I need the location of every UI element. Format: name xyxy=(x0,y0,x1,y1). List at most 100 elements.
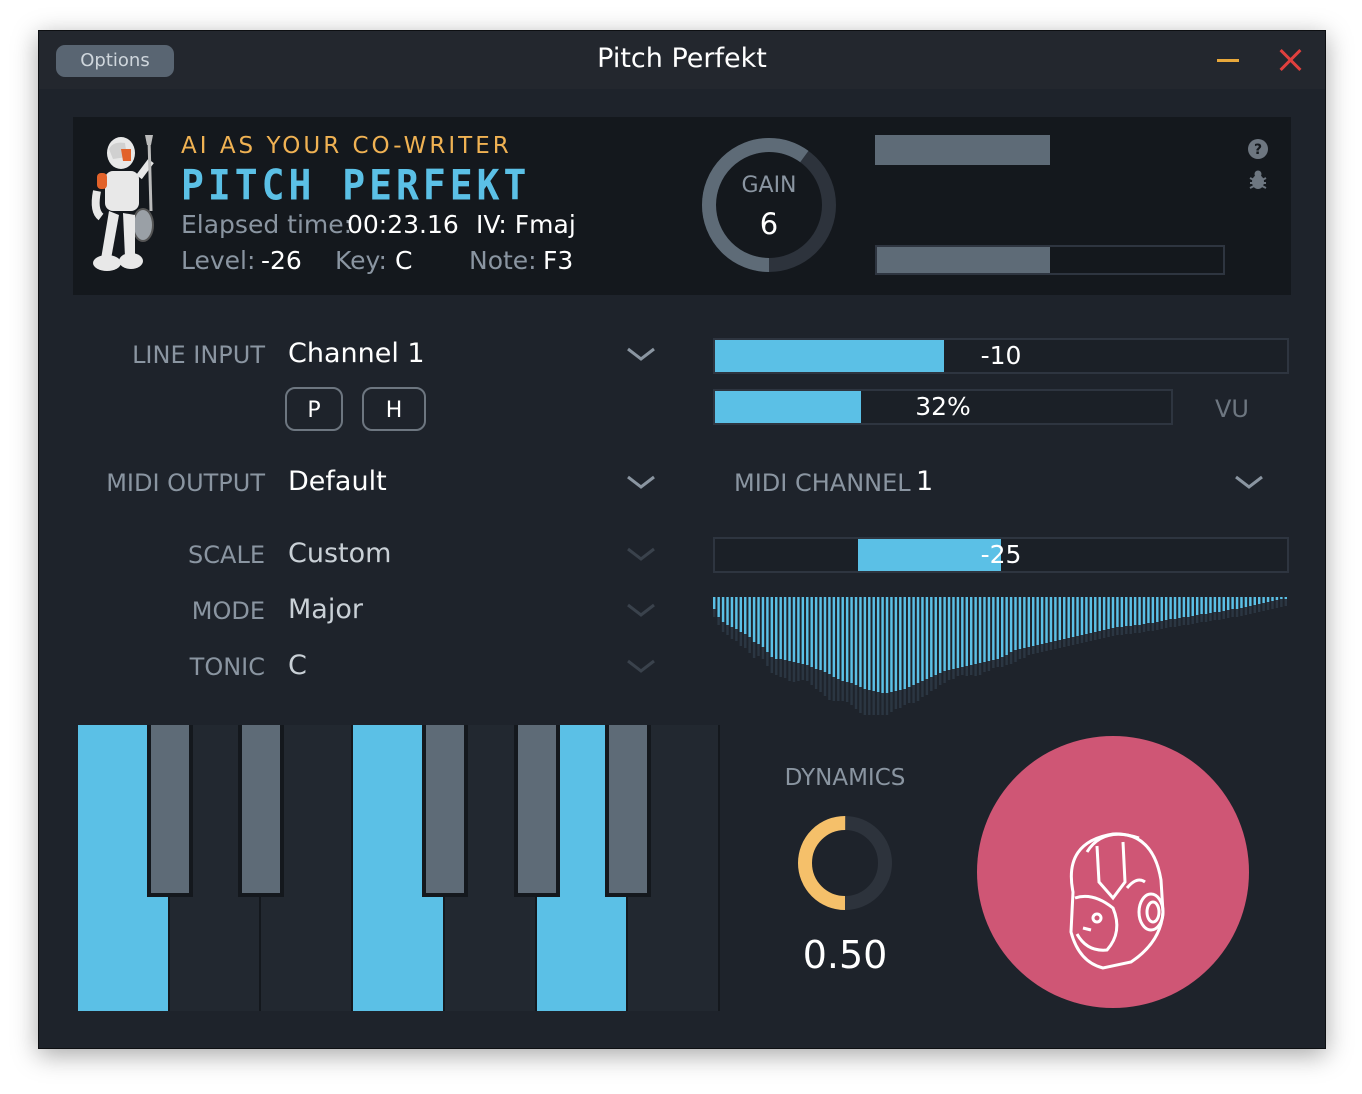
pitch-deviation-meter: -25 xyxy=(713,537,1289,573)
waveform-bar xyxy=(956,597,960,668)
waveform-bar xyxy=(730,597,734,627)
piano-black-key[interactable] xyxy=(146,725,193,897)
mode-label: MODE xyxy=(191,597,265,625)
waveform-bar xyxy=(1076,597,1079,636)
midi-output-select[interactable]: Default xyxy=(288,466,387,497)
waveform-bar xyxy=(890,597,893,692)
robot-guitarist-icon xyxy=(91,135,154,271)
waveform-bar xyxy=(757,597,760,644)
vu-label: VU xyxy=(1215,395,1249,423)
dynamics-label: DYNAMICS xyxy=(784,765,906,791)
waveform-bar xyxy=(863,597,867,689)
waveform-bar xyxy=(925,597,929,679)
scale-select[interactable]: Custom xyxy=(288,538,391,569)
piano-black-key[interactable] xyxy=(605,725,652,897)
line-input-label: LINE INPUT xyxy=(132,341,265,369)
midi-channel-select[interactable]: 1 xyxy=(916,466,933,497)
waveform-bar xyxy=(992,597,995,660)
waveform-bar xyxy=(1249,597,1252,606)
waveform-bar xyxy=(1151,597,1155,623)
waveform-bar xyxy=(1094,597,1097,632)
question-icon[interactable]: ? xyxy=(1248,139,1268,159)
tonic-select[interactable]: C xyxy=(288,650,307,681)
piano-black-key[interactable] xyxy=(238,725,285,897)
waveform-bar xyxy=(1275,597,1279,600)
h-button[interactable]: H xyxy=(362,387,426,431)
waveform-bar xyxy=(1063,597,1066,639)
bug-icon[interactable] xyxy=(1247,169,1269,191)
waveform-bar xyxy=(881,597,884,693)
chord-value: IV: Fmaj xyxy=(476,210,576,239)
key-value: C xyxy=(395,246,413,275)
chevron-down-icon[interactable] xyxy=(625,601,657,619)
waveform-bar xyxy=(841,597,844,681)
chevron-down-icon[interactable] xyxy=(625,545,657,563)
chevron-down-icon[interactable] xyxy=(625,345,657,363)
waveform-bar xyxy=(1036,597,1039,645)
elapsed-label: Elapsed time: xyxy=(181,210,353,239)
waveform-bar xyxy=(903,597,906,689)
input-level-value: -10 xyxy=(980,341,1022,370)
waveform-bar xyxy=(775,597,778,659)
waveform-bar xyxy=(961,597,964,667)
piano-black-key[interactable] xyxy=(513,725,560,897)
mode-select[interactable]: Major xyxy=(288,594,363,625)
waveform-bar xyxy=(1058,597,1062,640)
waveform-bar xyxy=(1178,597,1181,618)
waveform-bar xyxy=(868,597,871,690)
waveform-bar xyxy=(823,597,827,672)
waveform-bar xyxy=(1027,597,1031,647)
waveform-bar xyxy=(1235,597,1239,609)
waveform-bar xyxy=(876,597,880,692)
waveform-bar xyxy=(885,597,889,693)
waveform-bar xyxy=(717,597,720,617)
waveform-bar xyxy=(1032,597,1035,646)
tagline: AI AS YOUR CO-WRITER xyxy=(181,133,512,159)
waveform-bar xyxy=(1009,597,1013,652)
vu-value: 32% xyxy=(915,392,971,421)
p-button[interactable]: P xyxy=(285,387,343,431)
key-label: Key: xyxy=(335,246,387,275)
ai-record-button[interactable] xyxy=(977,736,1249,1008)
waveform-bar xyxy=(1182,597,1186,617)
waveform-bar xyxy=(1005,597,1008,655)
app-window: Options Pitch Perfekt AI AS YOUR CO-WRIT… xyxy=(38,30,1326,1049)
waveform-bar xyxy=(748,597,751,637)
dynamics-value: 0.50 xyxy=(802,933,888,977)
waveform-bar xyxy=(1253,597,1256,605)
gain-knob[interactable] xyxy=(699,135,839,275)
chevron-down-icon[interactable] xyxy=(1233,473,1265,491)
waveform-bar xyxy=(916,597,920,683)
close-icon[interactable] xyxy=(1275,45,1305,75)
waveform-bar xyxy=(1045,597,1048,643)
waveform-bar xyxy=(1244,597,1248,607)
chevron-down-icon[interactable] xyxy=(625,657,657,675)
waveform-bar xyxy=(850,597,853,683)
waveform-bar xyxy=(766,597,769,652)
level-meter-top xyxy=(875,135,1225,165)
waveform-bar xyxy=(770,597,774,657)
waveform-bar xyxy=(1080,597,1084,635)
input-level-meter: -10 xyxy=(713,338,1289,374)
waveform-bar xyxy=(899,597,902,690)
level-label: Level: xyxy=(181,246,256,275)
chevron-down-icon[interactable] xyxy=(625,473,657,491)
waveform-bar xyxy=(947,597,951,670)
minimize-icon[interactable] xyxy=(1217,59,1239,62)
waveform-bar xyxy=(828,597,831,674)
waveform-bar xyxy=(1014,597,1017,650)
waveform-bar xyxy=(974,597,977,664)
waveform-bar xyxy=(1111,597,1115,628)
waveform-bar xyxy=(1160,597,1163,621)
line-input-select[interactable]: Channel 1 xyxy=(288,338,425,369)
waveform-bar xyxy=(788,597,791,661)
waveform-bar xyxy=(1116,597,1119,627)
waveform-bar xyxy=(1195,597,1199,615)
waveform-bar xyxy=(1147,597,1150,623)
waveform-bar xyxy=(744,597,747,634)
waveform-bar xyxy=(801,597,805,664)
piano-black-key[interactable] xyxy=(421,725,468,897)
waveform-bar xyxy=(1120,597,1124,627)
waveform-bar xyxy=(1240,597,1243,608)
dynamics-knob[interactable] xyxy=(795,813,895,913)
